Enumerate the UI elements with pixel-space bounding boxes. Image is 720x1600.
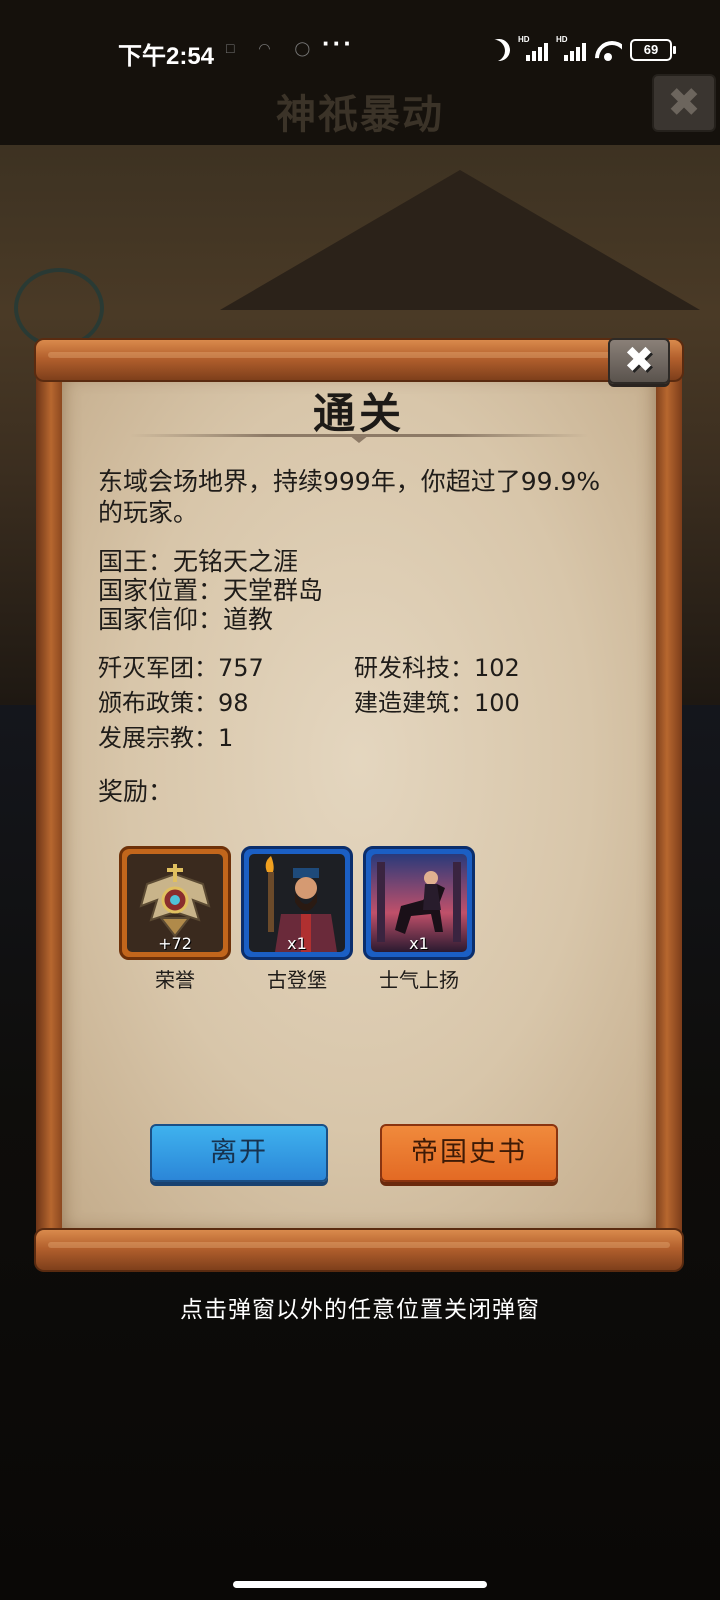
status-bar: 下午2:54 □ ◠ ◯ ··· HD HD 69 [0, 0, 720, 100]
empire-history-button[interactable]: 帝国史书 [380, 1124, 558, 1182]
reward-frame: +72 [119, 846, 231, 960]
reward-frame: x1 [241, 846, 353, 960]
status-icons: HD HD 69 [485, 35, 676, 64]
reward-label: 士气上扬 [379, 968, 459, 992]
reward-label: 古登堡 [267, 968, 327, 992]
level-complete-dialog: ✖ 通关 东域会场地界，持续999年，你超过了99.9%的玩家。 国王：无铭天之… [34, 338, 684, 1272]
signal-icon-2: HD [556, 35, 586, 61]
reward-frame: x1 [363, 846, 475, 960]
do-not-disturb-icon [485, 36, 513, 64]
reward-item-honor[interactable]: +72 荣誉 [119, 846, 231, 992]
reward-item-morale[interactable]: x1 士气上扬 [363, 846, 475, 992]
leave-button[interactable]: 离开 [150, 1124, 328, 1182]
rewards-label: 奖励： [98, 777, 174, 806]
scroll-rod-top [34, 338, 684, 382]
home-indicator[interactable] [233, 1581, 487, 1588]
background-temple-roof [220, 170, 700, 310]
scroll-edge-right [652, 368, 682, 1238]
wifi-icon [594, 39, 622, 61]
reward-label: 荣誉 [155, 968, 195, 992]
reward-count: x1 [287, 934, 307, 953]
stat-policies-issued: 颁布政策：98 [98, 689, 249, 717]
dismiss-hint: 点击弹窗以外的任意位置关闭弹窗 [180, 1297, 540, 1323]
title-divider-notch [349, 435, 369, 443]
reward-item-gutenberg[interactable]: x1 古登堡 [241, 846, 353, 992]
reward-count: x1 [409, 934, 429, 953]
axe-icon [14, 268, 104, 348]
status-time: 下午2:54 [118, 43, 215, 70]
close-button[interactable]: ✖ [608, 338, 670, 384]
notification-icons: □ ◠ ◯ [226, 40, 321, 56]
stat-tech-researched: 研发科技：102 [354, 654, 520, 682]
battery-icon: 69 [630, 39, 676, 61]
stat-religions-developed: 发展宗教：1 [98, 724, 234, 752]
close-icon: ✖ [623, 340, 655, 381]
stat-buildings-built: 建造建筑：100 [354, 689, 520, 717]
dialog-title: 通关 [312, 389, 405, 438]
stat-legions-destroyed: 歼灭军团：757 [98, 654, 264, 682]
reward-count: +72 [158, 934, 192, 953]
scroll-rod-bottom [34, 1228, 684, 1272]
summary-text: 东域会场地界，持续999年，你超过了99.9%的玩家。 [98, 467, 601, 527]
faith-info: 国家信仰：道教 [98, 605, 274, 634]
more-notifications-icon: ··· [322, 28, 354, 58]
signal-icon-1: HD [518, 35, 548, 61]
